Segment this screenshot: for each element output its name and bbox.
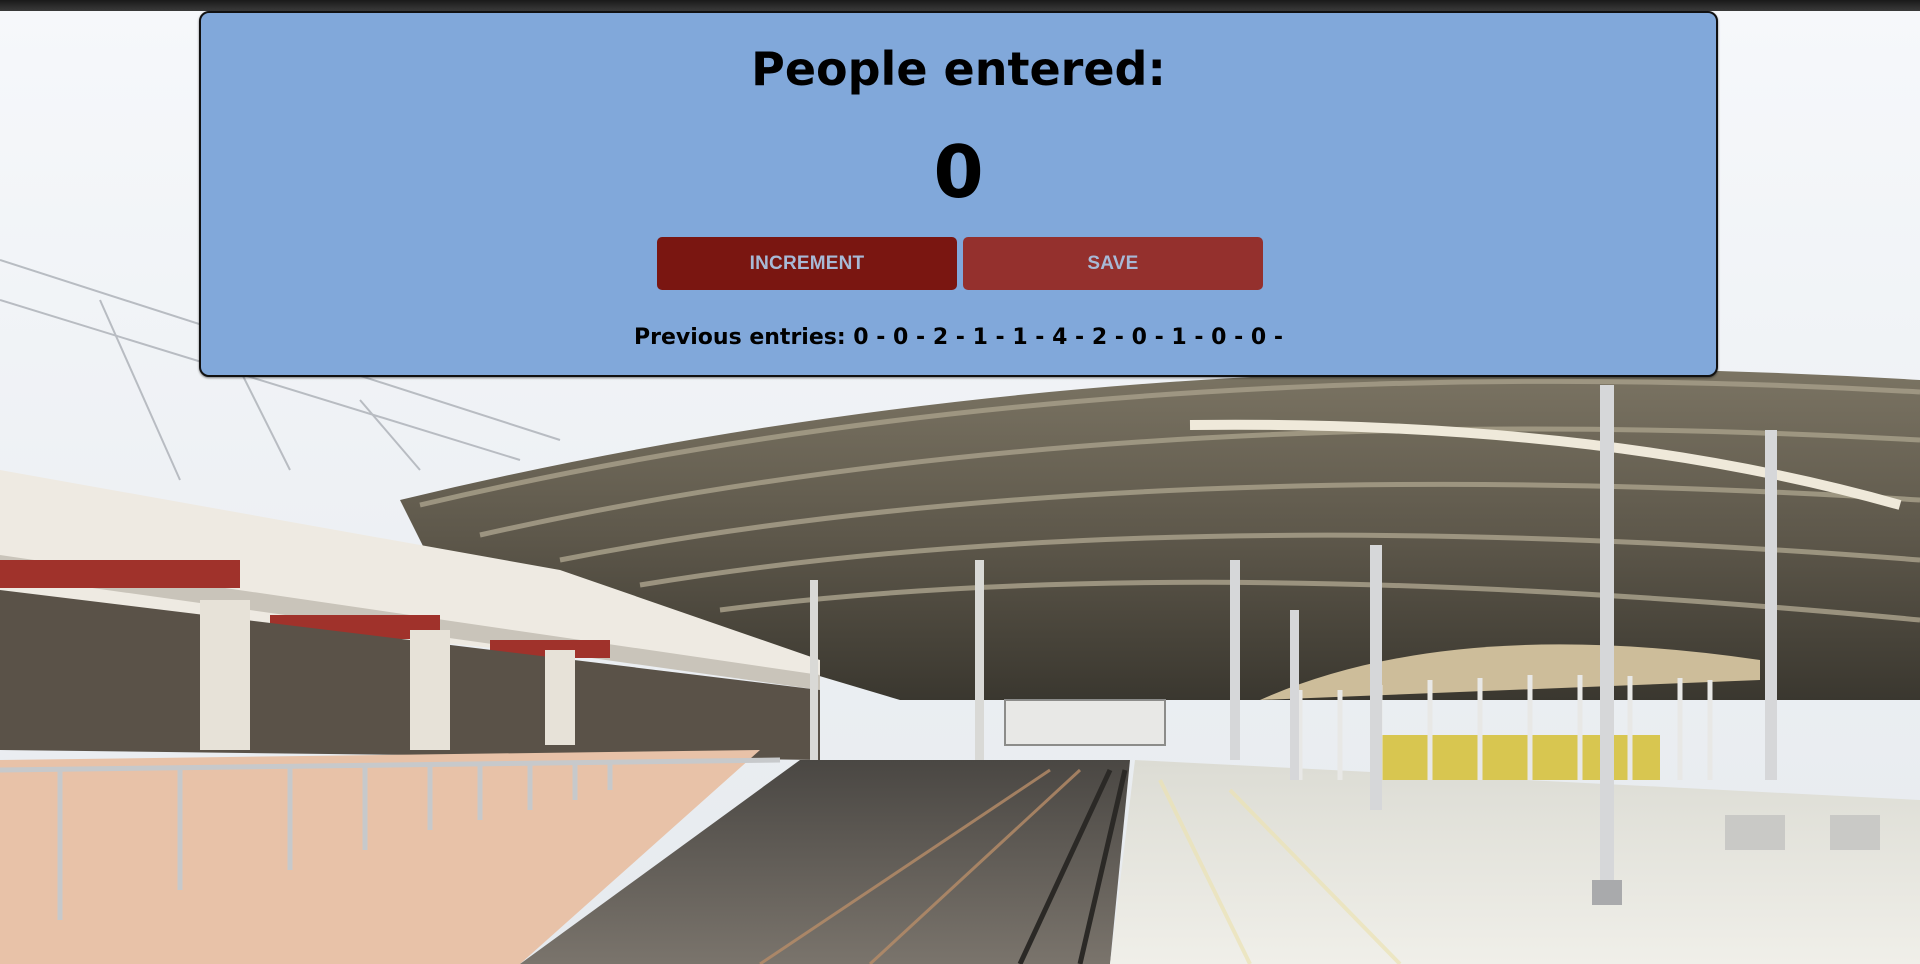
counter-title: People entered: [751, 42, 1166, 96]
browser-top-strip [0, 0, 1920, 11]
save-button[interactable]: SAVE [963, 237, 1263, 290]
counter-panel: People entered: 0 INCREMENT SAVE Previou… [199, 11, 1718, 377]
increment-button[interactable]: INCREMENT [657, 237, 957, 290]
count-display: 0 [933, 130, 984, 214]
previous-entries: Previous entries: 0 - 0 - 2 - 1 - 1 - 4 … [634, 325, 1283, 350]
